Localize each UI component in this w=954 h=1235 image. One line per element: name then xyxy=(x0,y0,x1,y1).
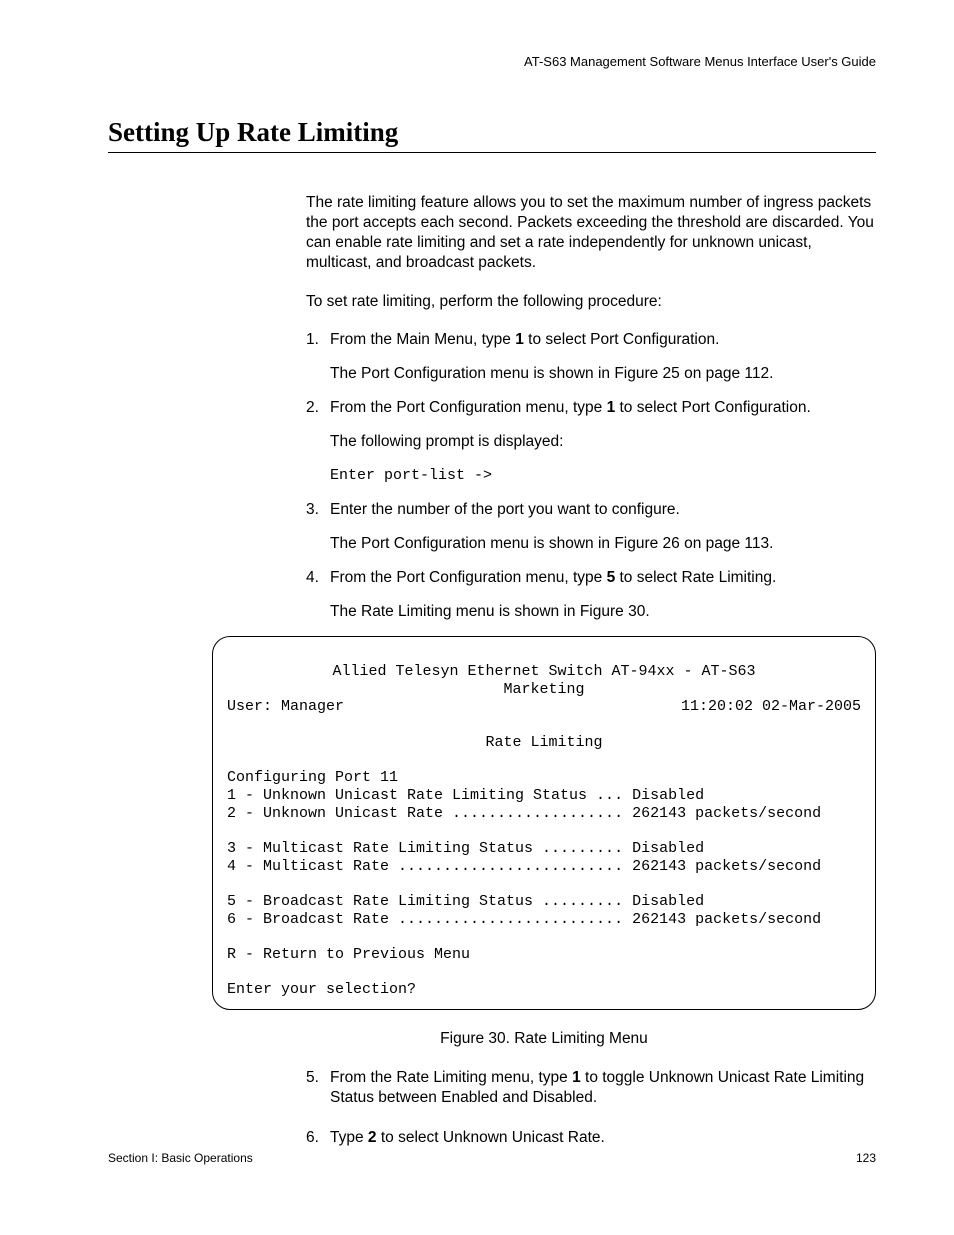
section-title: Setting Up Rate Limiting xyxy=(108,117,876,153)
terminal-prompt: Enter your selection? xyxy=(227,981,861,999)
terminal-menu-title: Rate Limiting xyxy=(227,734,861,752)
step-4-sub: The Rate Limiting menu is shown in Figur… xyxy=(330,602,876,622)
step-text: From the Port Configuration menu, type 1… xyxy=(330,398,876,418)
terminal-screen: Allied Telesyn Ethernet Switch AT-94xx -… xyxy=(212,636,876,1010)
terminal-title-1: Allied Telesyn Ethernet Switch AT-94xx -… xyxy=(227,663,861,681)
terminal-opt-r: R - Return to Previous Menu xyxy=(227,946,861,964)
terminal-opt-3: 3 - Multicast Rate Limiting Status .....… xyxy=(227,840,861,858)
step-4: 4. From the Port Configuration menu, typ… xyxy=(306,568,876,588)
terminal-opt-4: 4 - Multicast Rate .....................… xyxy=(227,858,861,876)
step-text: From the Rate Limiting menu, type 1 to t… xyxy=(330,1068,876,1108)
footer-page-number: 123 xyxy=(856,1151,876,1165)
intro-paragraph: The rate limiting feature allows you to … xyxy=(306,193,876,274)
step-5: 5. From the Rate Limiting menu, type 1 t… xyxy=(306,1068,876,1108)
step-text: Type 2 to select Unknown Unicast Rate. xyxy=(330,1128,876,1148)
terminal-title-2: Marketing xyxy=(227,681,861,699)
step-text: Enter the number of the port you want to… xyxy=(330,500,876,520)
step-2-prompt: Enter port-list -> xyxy=(330,466,876,486)
terminal-opt-1: 1 - Unknown Unicast Rate Limiting Status… xyxy=(227,787,861,805)
step-text: From the Port Configuration menu, type 5… xyxy=(330,568,876,588)
step-number: 3. xyxy=(306,500,330,520)
footer-section: Section I: Basic Operations xyxy=(108,1151,253,1165)
step-3: 3. Enter the number of the port you want… xyxy=(306,500,876,520)
terminal-user: User: Manager xyxy=(227,698,344,716)
step-2: 2. From the Port Configuration menu, typ… xyxy=(306,398,876,418)
figure-caption: Figure 30. Rate Limiting Menu xyxy=(212,1030,876,1048)
step-number: 2. xyxy=(306,398,330,418)
lead-paragraph: To set rate limiting, perform the follow… xyxy=(306,292,876,312)
terminal-timestamp: 11:20:02 02-Mar-2005 xyxy=(681,698,861,716)
terminal-opt-6: 6 - Broadcast Rate .....................… xyxy=(227,911,861,929)
terminal-config: Configuring Port 11 xyxy=(227,769,861,787)
terminal-opt-2: 2 - Unknown Unicast Rate ...............… xyxy=(227,805,861,823)
step-number: 5. xyxy=(306,1068,330,1108)
step-1: 1. From the Main Menu, type 1 to select … xyxy=(306,330,876,350)
terminal-opt-5: 5 - Broadcast Rate Limiting Status .....… xyxy=(227,893,861,911)
page-header: AT-S63 Management Software Menus Interfa… xyxy=(108,54,876,69)
step-3-sub: The Port Configuration menu is shown in … xyxy=(330,534,876,554)
step-2-sub1: The following prompt is displayed: xyxy=(330,432,876,452)
step-6: 6. Type 2 to select Unknown Unicast Rate… xyxy=(306,1128,876,1148)
step-number: 4. xyxy=(306,568,330,588)
step-text: From the Main Menu, type 1 to select Por… xyxy=(330,330,876,350)
step-1-sub: The Port Configuration menu is shown in … xyxy=(330,364,876,384)
step-number: 6. xyxy=(306,1128,330,1148)
step-number: 1. xyxy=(306,330,330,350)
page-footer: Section I: Basic Operations 123 xyxy=(108,1151,876,1165)
